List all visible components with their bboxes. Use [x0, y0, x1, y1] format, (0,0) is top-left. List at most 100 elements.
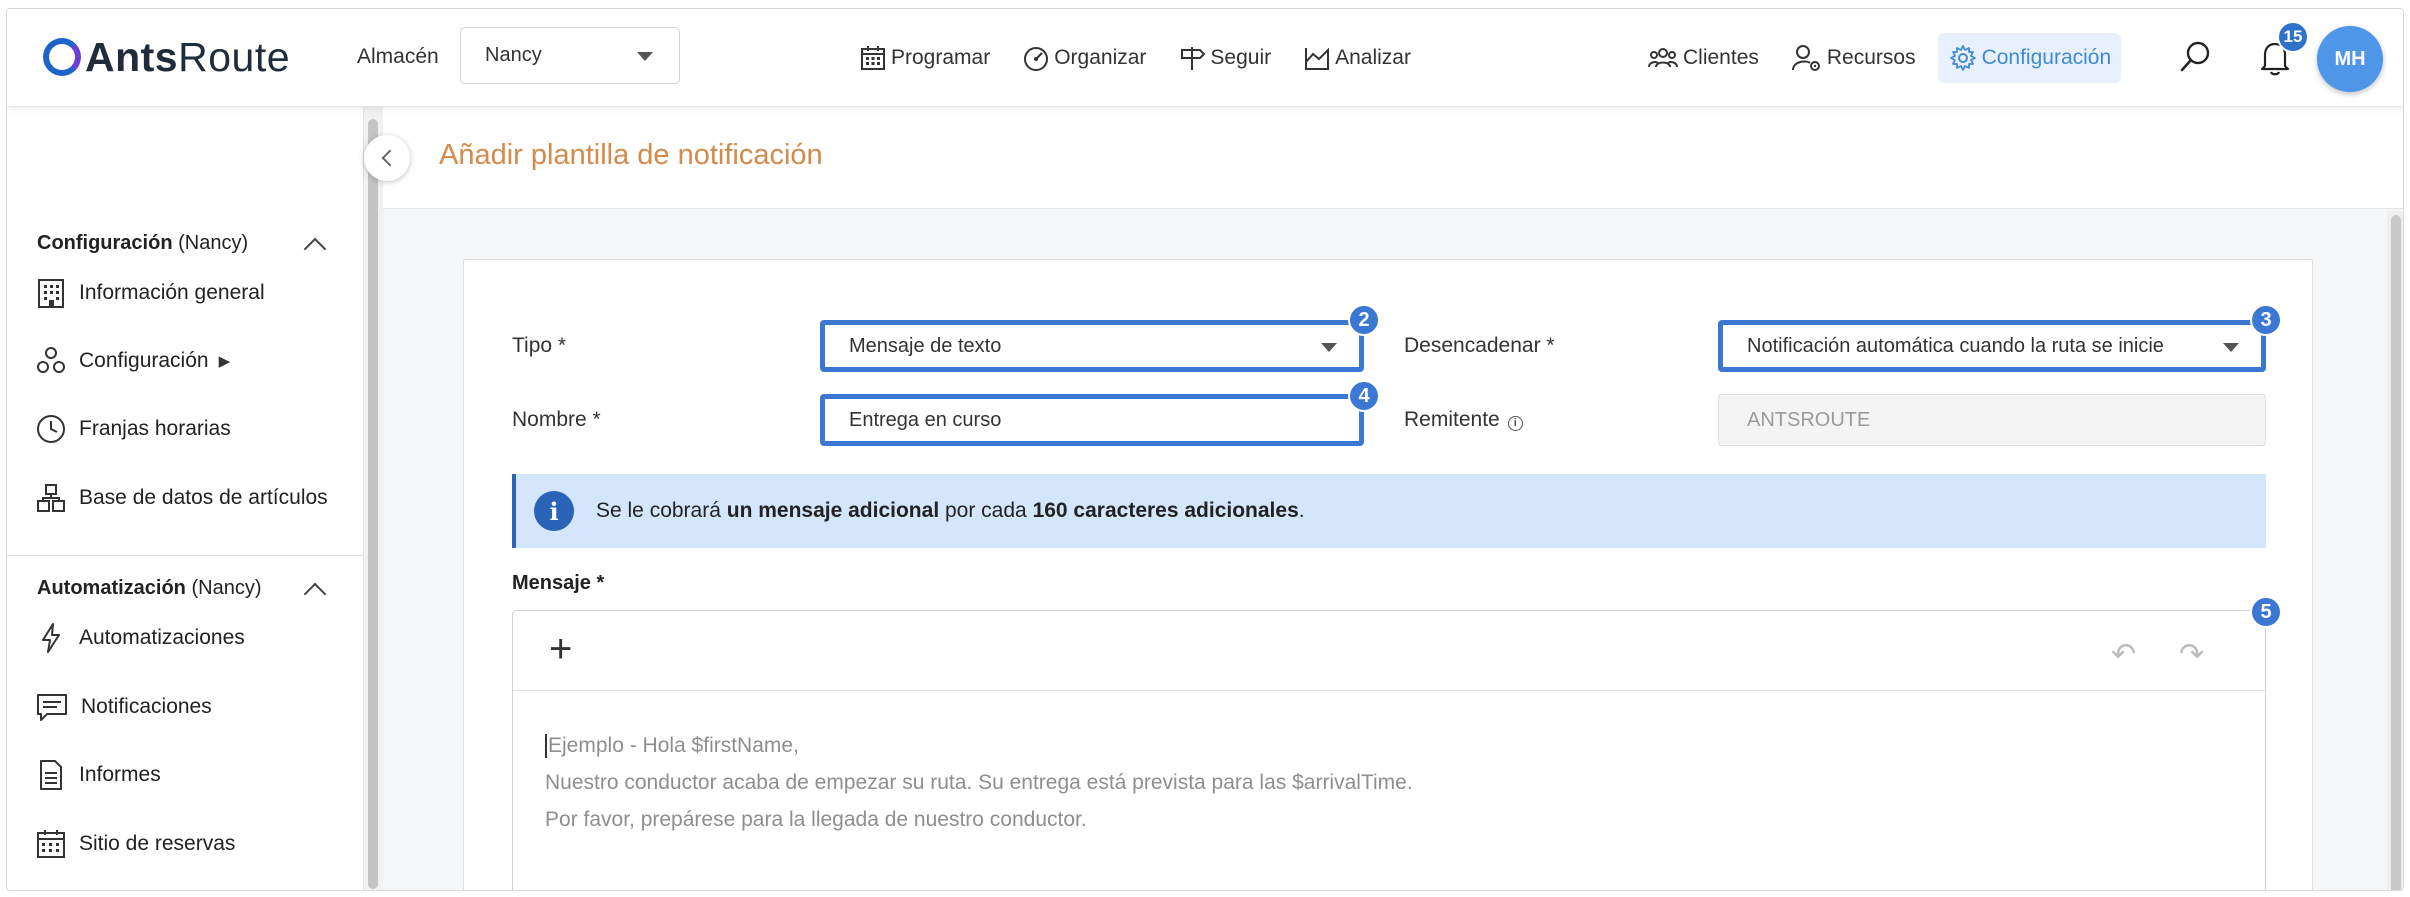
logo-mark-icon — [43, 38, 81, 76]
nombre-value: Entrega en curso — [849, 408, 1002, 431]
chevron-up-icon[interactable] — [303, 582, 327, 606]
top-bar: AntsRoute Almacén Nancy Programar Organi… — [7, 9, 2403, 107]
caret-down-icon — [1321, 343, 1337, 352]
message-editor[interactable]: + ↶ ↷ Ejemplo - Hola $firstName, Nuestro… — [512, 610, 2266, 890]
sidebar-item-label: Informes — [79, 763, 161, 786]
step-badge: 4 — [1348, 380, 1380, 412]
notification-template-form: Tipo * Mensaje de texto 2 Desencadenar *… — [463, 259, 2313, 890]
sidebar-item-notificaciones[interactable]: Notificaciones — [35, 685, 212, 729]
nav-configuracion-label: Configuración — [1981, 46, 2112, 69]
sidebar-item-label: Automatizaciones — [79, 626, 245, 649]
warehouse-value: Nancy — [485, 44, 542, 66]
placeholder-line: Ejemplo - Hola $firstName, — [545, 727, 2265, 764]
page-header: Añadir plantilla de notificación — [383, 107, 2403, 209]
calendar-icon — [861, 46, 885, 70]
submenu-arrow-icon: ▶ — [218, 353, 231, 370]
document-icon — [40, 760, 62, 790]
remitente-label: Remitente i — [1404, 408, 1523, 432]
sidebar-item-label: Información general — [79, 281, 265, 304]
nav-analizar-label: Analizar — [1335, 46, 1411, 69]
nombre-label: Nombre * — [512, 408, 601, 431]
sidebar-divider — [7, 555, 363, 556]
main-scroll-thumb[interactable] — [2391, 215, 2401, 890]
billing-info-banner: i Se le cobrará un mensaje adicional por… — [512, 474, 2266, 548]
page-title: Añadir plantilla de notificación — [439, 139, 823, 171]
sidebar-scrollbar[interactable] — [363, 107, 383, 890]
nombre-input[interactable]: Entrega en curso — [820, 394, 1364, 446]
app-window: AntsRoute Almacén Nancy Programar Organi… — [6, 8, 2404, 891]
secondary-nav: Clientes Recursos Configuración — [1637, 9, 2133, 107]
user-avatar[interactable]: MH — [2317, 26, 2383, 92]
search-icon — [2180, 41, 2210, 72]
caret-down-icon — [2223, 343, 2239, 352]
step-badge: 2 — [1348, 304, 1380, 336]
sidebar-section-configuracion[interactable]: Configuración (Nancy) — [37, 232, 248, 255]
antsroute-logo[interactable]: AntsRoute — [43, 31, 290, 83]
step-badge: 5 — [2250, 596, 2282, 628]
text-cursor — [545, 734, 547, 759]
info-icon[interactable]: i — [1507, 415, 1523, 431]
insert-variable-button[interactable]: + — [549, 629, 572, 669]
chevron-left-icon — [381, 149, 398, 167]
nav-programar-label: Programar — [891, 46, 991, 69]
nav-clientes-label: Clientes — [1683, 46, 1759, 69]
trigger-select[interactable]: Notificación automática cuando la ruta s… — [1718, 320, 2266, 372]
nav-organizar-label: Organizar — [1054, 46, 1147, 69]
users-icon — [1648, 48, 1678, 68]
main-content: Añadir plantilla de notificación Tipo * … — [383, 107, 2403, 890]
nav-configuracion[interactable]: Configuración — [1937, 33, 2122, 83]
trigger-label: Desencadenar * — [1404, 334, 1555, 357]
nav-recursos-label: Recursos — [1826, 46, 1916, 69]
sidebar-item-label: Notificaciones — [81, 695, 212, 718]
nav-programar[interactable]: Programar — [849, 33, 1000, 83]
sidebar-scroll-thumb[interactable] — [368, 119, 378, 889]
nav-seguir-label: Seguir — [1210, 46, 1272, 69]
chevron-up-icon[interactable] — [303, 237, 327, 261]
nav-clientes[interactable]: Clientes — [1637, 33, 1769, 83]
nav-recursos[interactable]: Recursos — [1781, 33, 1926, 83]
trigger-value: Notificación automática cuando la ruta s… — [1747, 334, 2164, 357]
signpost-icon — [1181, 47, 1206, 70]
tipo-label: Tipo * — [512, 334, 567, 357]
logo-text: AntsRoute — [85, 33, 291, 80]
sidebar-item-configuracion[interactable]: Configuración ▶ — [35, 339, 230, 383]
tipo-value: Mensaje de texto — [849, 334, 1002, 357]
nav-seguir[interactable]: Seguir — [1168, 33, 1281, 83]
search-button[interactable] — [2179, 39, 2213, 80]
info-icon: i — [534, 491, 574, 531]
sidebar-item-sitio-de-reservas[interactable]: Sitio de reservas — [35, 822, 235, 866]
undo-icon[interactable]: ↶ — [2111, 637, 2136, 672]
editor-toolbar: + ↶ ↷ — [513, 611, 2265, 691]
message-icon — [37, 694, 67, 721]
clock-icon — [37, 415, 65, 443]
sidebar-item-label: Configuración — [79, 349, 209, 372]
sidebar-item-informes[interactable]: Informes — [35, 753, 161, 797]
chart-area-icon — [1305, 47, 1330, 70]
collapse-sidebar-button[interactable] — [364, 135, 410, 181]
main-nav: Programar Organizar Seguir Analizar — [849, 9, 1433, 107]
warehouse-label: Almacén — [357, 45, 439, 68]
warehouse-select[interactable]: Nancy — [460, 27, 680, 84]
sidebar-item-base-de-datos[interactable]: Base de datos de artículos — [35, 476, 328, 520]
message-textarea[interactable]: Ejemplo - Hola $firstName, Nuestro condu… — [513, 691, 2265, 838]
building-icon — [38, 279, 64, 308]
nav-analizar[interactable]: Analizar — [1293, 33, 1421, 83]
redo-icon[interactable]: ↷ — [2179, 637, 2204, 672]
message-label: Mensaje * — [512, 572, 605, 594]
notification-count-badge: 15 — [2277, 21, 2309, 53]
remitente-input: ANTSROUTE — [1718, 394, 2266, 446]
sidebar-item-label: Franjas horarias — [79, 417, 231, 440]
tipo-select[interactable]: Mensaje de texto — [820, 320, 1364, 372]
gear-icon — [1949, 45, 1976, 71]
sidebar-section-automatizacion[interactable]: Automatización (Nancy) — [37, 577, 261, 600]
sidebar: Configuración (Nancy) Información genera… — [7, 107, 363, 890]
bolt-icon — [42, 623, 60, 653]
sidebar-item-informacion-general[interactable]: Información general — [35, 271, 265, 315]
sidebar-item-franjas-horarias[interactable]: Franjas horarias — [35, 407, 231, 451]
sidebar-item-automatizaciones[interactable]: Automatizaciones — [35, 616, 245, 660]
main-scrollbar[interactable] — [2387, 211, 2403, 890]
nav-organizar[interactable]: Organizar — [1012, 33, 1156, 83]
placeholder-line: Por favor, prepárese para la llegada de … — [545, 808, 1087, 831]
caret-down-icon — [637, 52, 653, 61]
user-gear-icon — [1791, 45, 1820, 71]
